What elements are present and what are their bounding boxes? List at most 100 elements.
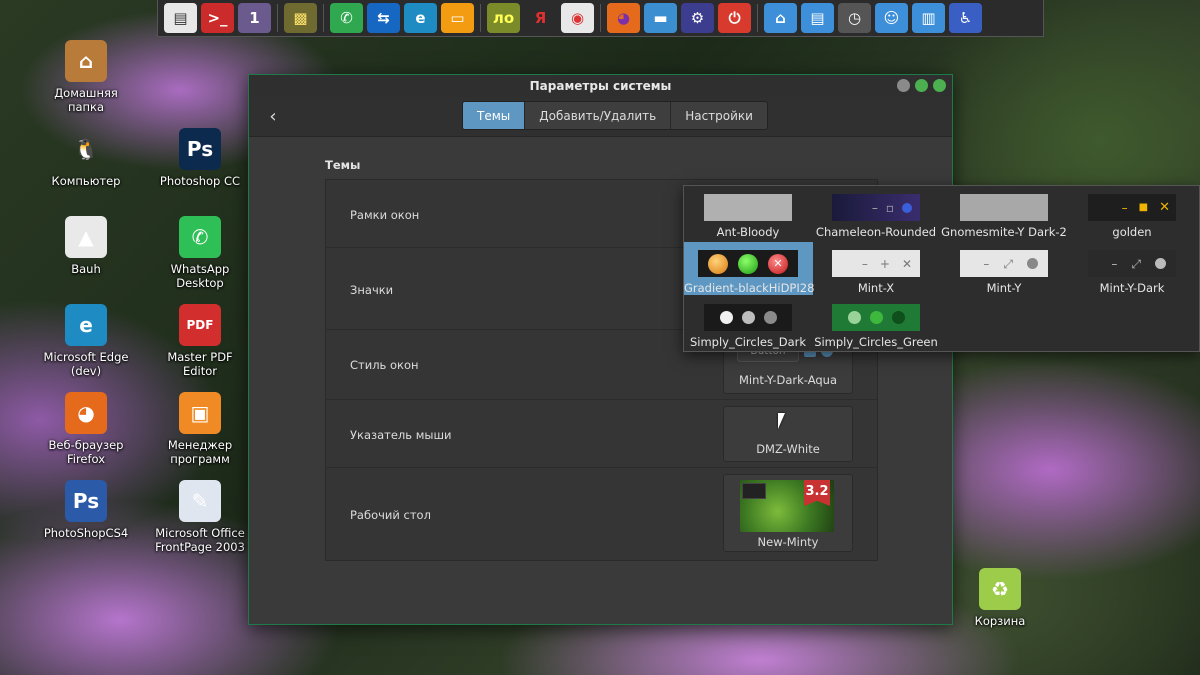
top-dock: ▤ >_ 1 ▩ ✆ ⇆ e ▭ ло Я ◉ ◕ ▬ ⚙ ⏻ ⌂ ▤ ◷ ☺ ▥ ♿ — [157, 0, 1044, 37]
theme-simply-circles-dark[interactable]: Simply_Circles_Dark — [684, 296, 812, 349]
minimize-icon: – — [1121, 200, 1128, 215]
desktop-icon-trash[interactable]: ♻ Корзина — [950, 568, 1050, 628]
maximize-orb-icon — [738, 253, 758, 274]
desktop-icon-photoshop-cs4[interactable]: Ps PhotoShopCS4 — [36, 480, 136, 540]
theme-golden[interactable]: – ■ ✕ golden — [1068, 186, 1196, 239]
desktop-icon-photoshop-cc[interactable]: Ps Photoshop CC — [150, 128, 250, 188]
theme-mint-y[interactable]: – ⤢ Mint-Y — [940, 242, 1068, 295]
photo-viewer-icon[interactable]: ▩ — [284, 3, 317, 33]
maximize-icon: ⤢ — [1131, 256, 1141, 271]
theme-name: golden — [1112, 225, 1152, 239]
dock-separator — [323, 4, 324, 32]
theme-name: Gradient-blackHiDPI28 — [684, 281, 815, 295]
folder-icon[interactable]: ▬ — [644, 3, 677, 33]
row-label: Стиль окон — [350, 358, 419, 372]
maximize-icon: ⤢ — [1003, 256, 1013, 271]
close-circle-icon — [763, 311, 777, 324]
bauh-icon: ▲ — [65, 216, 107, 258]
theme-thumbnail: – ▫ — [832, 194, 920, 221]
settings-gear-icon[interactable]: ⚙ — [681, 3, 714, 33]
cursor-arrow-icon — [778, 413, 785, 429]
desktop-icon-label: Microsoft Edge (dev) — [43, 350, 129, 378]
dock-separator — [277, 4, 278, 32]
yandex-icon[interactable]: Я — [524, 3, 557, 33]
back-button[interactable]: ‹ — [263, 106, 283, 128]
desktop-icon-edge-dev[interactable]: e Microsoft Edge (dev) — [36, 304, 136, 378]
desktop-icon-firefox[interactable]: ◕ Веб-браузер Firefox — [36, 392, 136, 466]
minimize-circle-icon — [719, 311, 733, 324]
desktop-icon-label: Корзина — [974, 614, 1026, 628]
tab-themes[interactable]: Темы — [463, 102, 526, 129]
close-circle-icon — [902, 202, 912, 213]
minimize-icon: – — [861, 256, 868, 271]
whatsapp-desktop-icon: ✆ — [179, 216, 221, 258]
minimize-icon: – — [1111, 256, 1118, 271]
calculator-icon[interactable]: ▤ — [164, 3, 197, 33]
photoshop-cs4-icon: Ps — [65, 480, 107, 522]
edge-dev-icon[interactable]: e — [404, 3, 437, 33]
desktop-icon-master-pdf-editor[interactable]: PDF Master PDF Editor — [150, 304, 250, 378]
minimize-icon: – — [871, 200, 878, 215]
theme-chameleon-rounded[interactable]: – ▫ Chameleon-Rounded — [812, 186, 940, 239]
desktop-icon-software-manager[interactable]: ▣ Менеджер программ — [150, 392, 250, 466]
theme-gradient-blackhidpi28[interactable]: ✕ Gradient-blackHiDPI28 — [684, 242, 815, 295]
theme-mint-x[interactable]: – + ✕ Mint-X — [812, 242, 940, 295]
home-folder-icon[interactable]: ⌂ — [764, 3, 797, 33]
desktop-icon-label: Веб-браузер Firefox — [48, 438, 124, 466]
dock-separator — [480, 4, 481, 32]
loan-app-icon[interactable]: ло — [487, 3, 520, 33]
tab-add-remove[interactable]: Добавить/Удалить — [525, 102, 672, 129]
header-bar: ‹ Темы Добавить/Удалить Настройки — [249, 97, 952, 137]
desktop-icon-computer[interactable]: 🐧 Компьютер — [36, 128, 136, 188]
accessibility-icon[interactable]: ♿ — [949, 3, 982, 33]
desktop-icon-home-folder[interactable]: ⌂ Домашняя папка — [36, 40, 136, 114]
desktop-icon-label: Master PDF Editor — [167, 350, 233, 378]
window-border-theme-popup: Ant-Bloody – ▫ Chameleon-Rounded Gnomesm… — [683, 185, 1200, 352]
row-label: Рабочий стол — [350, 508, 431, 522]
desktop-icon-label: Microsoft Office FrontPage 2003 — [155, 526, 245, 554]
minimize-button[interactable] — [897, 79, 910, 92]
software-manager-icon: ▣ — [179, 392, 221, 434]
theme-mint-y-dark[interactable]: – ⤢ Mint-Y-Dark — [1068, 242, 1196, 295]
window-titlebar[interactable]: Параметры системы — [249, 75, 952, 97]
theme-name: Simply_Circles_Dark — [689, 335, 807, 349]
desktop-icon-label: Компьютер — [51, 174, 121, 188]
desktop-icon-label: Менеджер программ — [167, 438, 233, 466]
theme-name: Simply_Circles_Green — [814, 335, 938, 349]
mouse-pointer-preview-button[interactable]: DMZ-White — [723, 406, 853, 462]
row-label: Указатель мыши — [350, 428, 452, 442]
theme-gnomesmite-y-dark-2[interactable]: Gnomesmite-Y Dark-2 — [940, 186, 1068, 239]
files-icon[interactable]: ▥ — [912, 3, 945, 33]
desktop-icon-ms-frontpage[interactable]: ✎ Microsoft Office FrontPage 2003 — [150, 480, 250, 554]
edge-dev-icon: e — [65, 304, 107, 346]
dock-separator — [600, 4, 601, 32]
row-mouse-pointer: Указатель мыши DMZ-White — [326, 400, 877, 468]
theme-simply-circles-green[interactable]: Simply_Circles_Green — [812, 296, 940, 349]
theme-name: Ant-Bloody — [716, 225, 780, 239]
theme-thumbnail: – ⤢ — [960, 250, 1048, 277]
section-title: Темы — [325, 158, 361, 172]
user-folder-icon[interactable]: ☺ — [875, 3, 908, 33]
theme-ant-bloody[interactable]: Ant-Bloody — [684, 186, 812, 239]
close-button[interactable] — [933, 79, 946, 92]
theme-thumbnail — [704, 194, 792, 221]
clock-icon[interactable]: ◷ — [838, 3, 871, 33]
desktop-icon-bauh[interactable]: ▲ Bauh — [36, 216, 136, 276]
power-icon[interactable]: ⏻ — [718, 3, 751, 33]
chrome-like-icon[interactable]: ◉ — [561, 3, 594, 33]
home-folder-icon: ⌂ — [65, 40, 107, 82]
firefox-icon[interactable]: ◕ — [607, 3, 640, 33]
documents-icon[interactable]: ▤ — [801, 3, 834, 33]
whatsapp-icon[interactable]: ✆ — [330, 3, 363, 33]
display-icon[interactable]: ▭ — [441, 3, 474, 33]
desktop-theme-preview-button[interactable]: 3.2 New-Minty — [723, 474, 853, 552]
row-label: Значки — [350, 283, 394, 297]
theme-name: Gnomesmite-Y Dark-2 — [941, 225, 1067, 239]
workspace-switcher-icon[interactable]: 1 — [238, 3, 271, 33]
maximize-button[interactable] — [915, 79, 928, 92]
terminal-icon[interactable]: >_ — [201, 3, 234, 33]
desktop-icon-whatsapp-desktop[interactable]: ✆ WhatsApp Desktop — [150, 216, 250, 290]
tab-settings[interactable]: Настройки — [671, 102, 767, 129]
window-title: Параметры системы — [529, 79, 672, 93]
teamviewer-icon[interactable]: ⇆ — [367, 3, 400, 33]
